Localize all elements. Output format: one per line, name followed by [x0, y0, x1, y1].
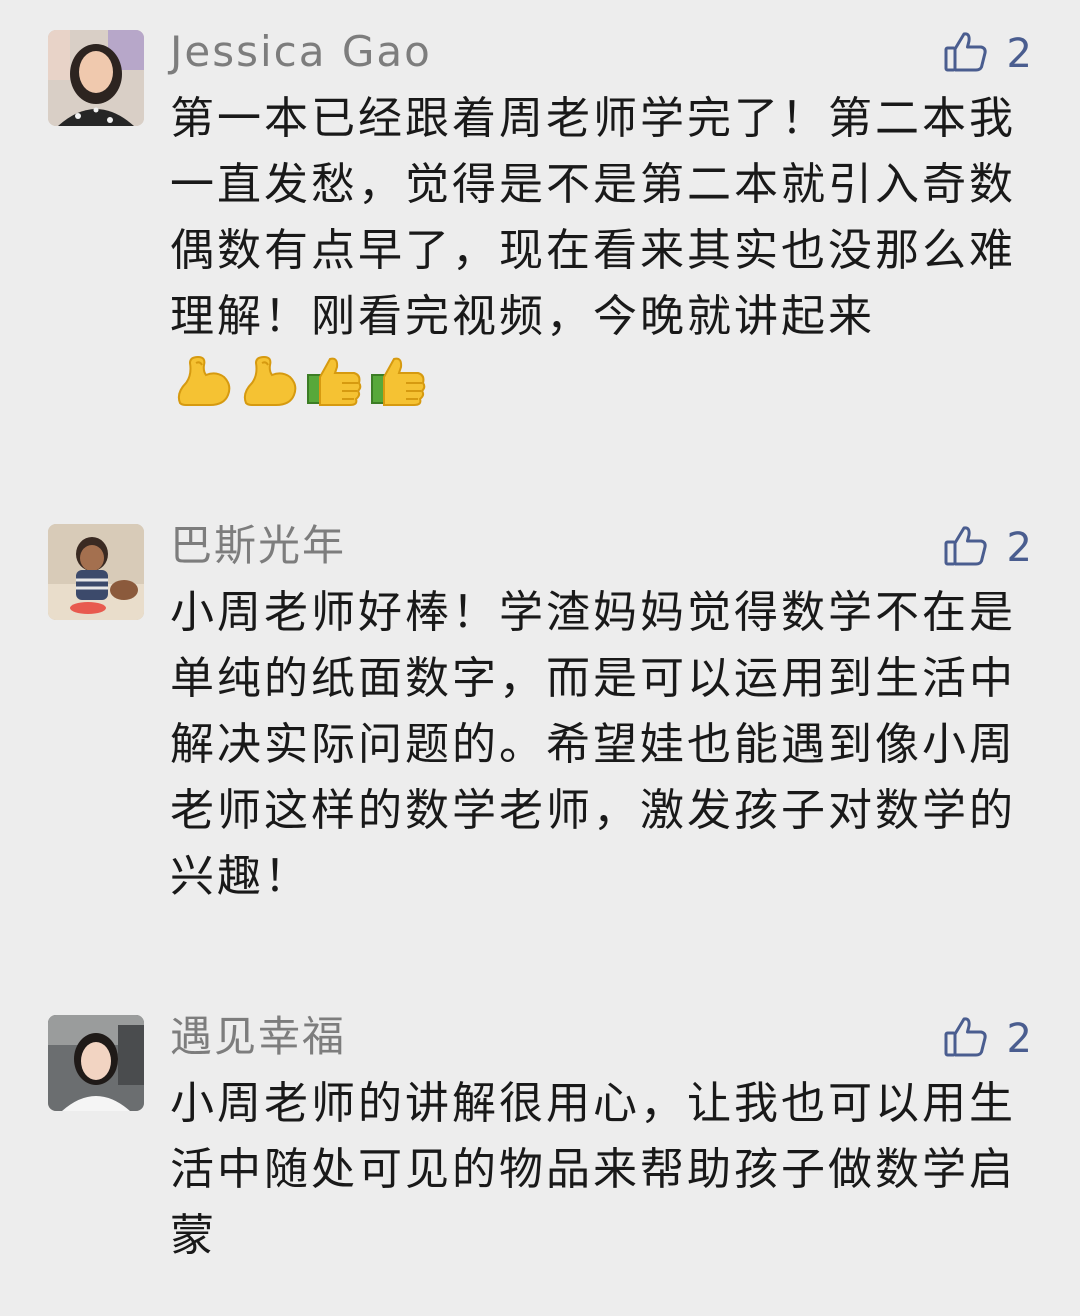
thumbs-up-outline-icon: [943, 29, 989, 79]
flexed-biceps-icon: [174, 353, 234, 426]
comment-text: 小周老师的讲解很用心，让我也可以用生活中随处可见的物品来帮助孩子做数学启蒙: [170, 1078, 1016, 1261]
comment-username[interactable]: 遇见幸福: [170, 1007, 346, 1067]
emoji-row: [174, 353, 428, 426]
like-button[interactable]: 2: [943, 518, 1032, 578]
comment-text-content: 第一本已经跟着周老师学完了！第二本我一直发愁，觉得是不是第二本就引入奇数偶数有点…: [170, 93, 1016, 342]
thumbs-up-outline-icon: [943, 1014, 989, 1064]
comment-text: 小周老师好棒！学渣妈妈觉得数学不在是单纯的纸面数字，而是可以运用到生活中解决实际…: [170, 587, 1016, 902]
avatar[interactable]: [48, 30, 144, 126]
thumbs-up-icon: [306, 353, 364, 426]
avatar[interactable]: [48, 524, 144, 620]
comment-username[interactable]: Jessica Gao: [170, 22, 432, 82]
comment-username[interactable]: 巴斯光年: [170, 516, 346, 576]
like-count: 2: [1006, 31, 1032, 77]
thumbs-up-icon: [370, 353, 428, 426]
like-count: 2: [1006, 525, 1032, 571]
like-button[interactable]: 2: [943, 1009, 1032, 1069]
flexed-biceps-icon: [240, 353, 300, 426]
thumbs-up-outline-icon: [943, 523, 989, 573]
comment-text: 第一本已经跟着周老师学完了！第二本我一直发愁，觉得是不是第二本就引入奇数偶数有点…: [170, 86, 1020, 426]
like-count: 2: [1006, 1016, 1032, 1062]
like-button[interactable]: 2: [943, 24, 1032, 84]
avatar[interactable]: [48, 1015, 144, 1111]
